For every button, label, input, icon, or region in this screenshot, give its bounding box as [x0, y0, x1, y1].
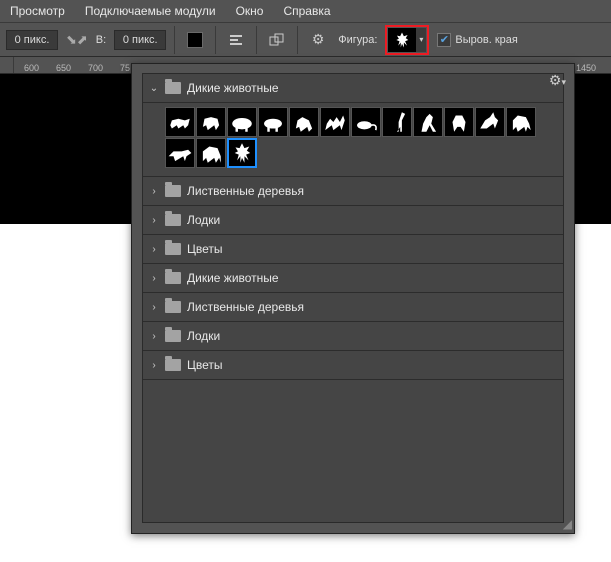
- options-bar: 0 пикс. ⬊⬈ В: 0 пикс. ⚙ Фигура: ▾ ✔ Выро…: [0, 22, 611, 56]
- group-header[interactable]: › Лиственные деревья: [143, 177, 563, 206]
- shape-antelope[interactable]: [475, 107, 505, 137]
- separator: [256, 26, 257, 54]
- group-header[interactable]: › Цветы: [143, 235, 563, 264]
- shape-picker-panel: ⚙▾ ⌄ Дикие животные: [131, 63, 575, 534]
- panel-gear-icon[interactable]: ⚙▾: [549, 72, 566, 89]
- chevron-right-icon: ›: [149, 186, 159, 197]
- shape-lion[interactable]: [289, 107, 319, 137]
- gear-icon[interactable]: ⚙: [306, 28, 330, 52]
- group-header[interactable]: › Лодки: [143, 206, 563, 235]
- shape-camel[interactable]: [320, 107, 350, 137]
- arrange-button[interactable]: [265, 28, 289, 52]
- shape-hippo2[interactable]: [258, 107, 288, 137]
- chevron-right-icon: ›: [149, 215, 159, 226]
- chevron-right-icon: ›: [149, 302, 159, 313]
- group-header[interactable]: › Цветы: [143, 351, 563, 380]
- align-edges-checkbox[interactable]: ✔ Выров. края: [437, 33, 517, 47]
- group-header[interactable]: › Лодки: [143, 322, 563, 351]
- group-header[interactable]: › Лиственные деревья: [143, 293, 563, 322]
- shape-hippo[interactable]: [227, 107, 257, 137]
- chevron-right-icon: ›: [149, 273, 159, 284]
- group-name: Цветы: [187, 358, 223, 372]
- folder-icon: [165, 214, 181, 226]
- menu-item-help[interactable]: Справка: [273, 0, 340, 22]
- width-field[interactable]: 0 пикс.: [6, 30, 58, 50]
- chevron-right-icon: ›: [149, 244, 159, 255]
- shape-kangaroo[interactable]: [413, 107, 443, 137]
- group-name: Лодки: [187, 329, 220, 343]
- shape-mammoth[interactable]: [506, 107, 536, 137]
- shape-thumbnails: [143, 103, 563, 177]
- height-label: В:: [96, 34, 106, 46]
- separator: [174, 26, 175, 54]
- folder-icon: [165, 330, 181, 342]
- height-field[interactable]: 0 пикс.: [114, 30, 166, 50]
- separator: [297, 26, 298, 54]
- shape-giraffe[interactable]: [382, 107, 412, 137]
- group-name: Лиственные деревья: [187, 300, 304, 314]
- shape-elephant[interactable]: [196, 138, 226, 168]
- align-button[interactable]: [224, 28, 248, 52]
- folder-icon: [165, 272, 181, 284]
- separator: [215, 26, 216, 54]
- shape-picker-highlight: ▾: [385, 25, 429, 55]
- group-name: Цветы: [187, 242, 223, 256]
- folder-icon: [165, 301, 181, 313]
- chevron-down-icon: ⌄: [149, 83, 159, 94]
- group-name: Дикие животные: [187, 271, 279, 285]
- chevron-down-icon[interactable]: ▾: [416, 28, 426, 52]
- folder-icon: [165, 185, 181, 197]
- resize-handle-icon[interactable]: ◢: [563, 517, 572, 531]
- chevron-right-icon: ›: [149, 360, 159, 371]
- group-header[interactable]: ⌄ Дикие животные: [143, 74, 563, 103]
- group-header[interactable]: › Дикие животные: [143, 264, 563, 293]
- folder-icon: [165, 359, 181, 371]
- menu-bar: Просмотр Подключаемые модули Окно Справк…: [0, 0, 611, 22]
- shape-rat[interactable]: [351, 107, 381, 137]
- chevron-right-icon: ›: [149, 331, 159, 342]
- folder-icon: [165, 82, 181, 94]
- menu-item-plugins[interactable]: Подключаемые модули: [75, 0, 226, 22]
- menu-item-window[interactable]: Окно: [226, 0, 274, 22]
- fill-swatch[interactable]: [183, 28, 207, 52]
- group-name: Лодки: [187, 213, 220, 227]
- group-name: Дикие животные: [187, 81, 279, 95]
- menu-item-view[interactable]: Просмотр: [0, 0, 75, 22]
- checkbox-icon: ✔: [437, 33, 451, 47]
- shape-picker-button[interactable]: [388, 28, 416, 52]
- shape-rhino[interactable]: [165, 107, 195, 137]
- shape-deer[interactable]: [227, 138, 257, 168]
- shape-label: Фигура:: [338, 34, 377, 46]
- shape-panther[interactable]: [165, 138, 195, 168]
- panel-list: ⌄ Дикие животные: [142, 73, 564, 523]
- align-edges-label: Выров. края: [455, 34, 517, 46]
- group-name: Лиственные деревья: [187, 184, 304, 198]
- shape-group-expanded: ⌄ Дикие животные: [143, 74, 563, 177]
- folder-icon: [165, 243, 181, 255]
- link-wh-icon[interactable]: ⬊⬈: [66, 32, 88, 48]
- shape-gorilla[interactable]: [444, 107, 474, 137]
- shape-bear[interactable]: [196, 107, 226, 137]
